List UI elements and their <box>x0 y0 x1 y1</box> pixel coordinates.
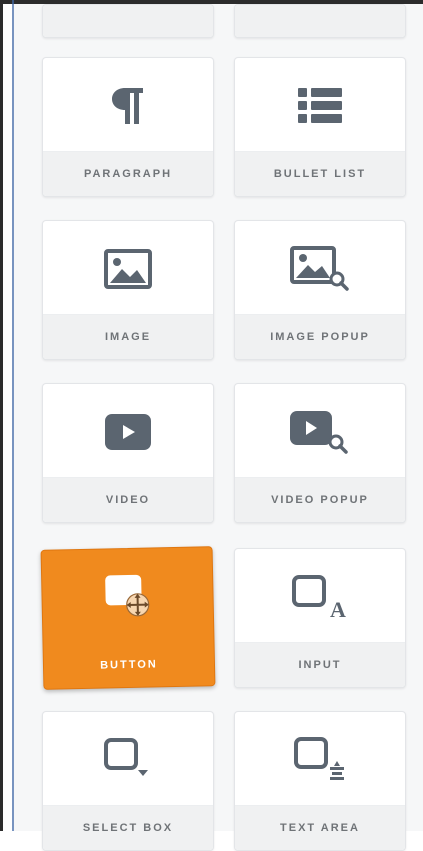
element-tile-partial-right[interactable] <box>234 4 406 38</box>
element-tile-text-area[interactable]: TEXT AREA <box>234 711 406 851</box>
element-label: INPUT <box>298 659 342 671</box>
input-icon: A <box>292 575 346 619</box>
element-tile-partial-left[interactable] <box>42 4 214 38</box>
element-tile-image-popup[interactable]: IMAGE POPUP <box>234 220 406 360</box>
button-icon <box>105 574 150 617</box>
element-tile-bullet-list[interactable]: BULLET LIST <box>234 57 406 197</box>
element-label: IMAGE <box>104 331 152 343</box>
image-popup-icon <box>290 246 349 291</box>
element-tile-input[interactable]: A INPUT <box>234 548 406 688</box>
element-label: BUTTON <box>100 658 158 672</box>
video-icon <box>105 414 151 450</box>
window-frame-left <box>0 0 3 831</box>
element-tile-video-popup[interactable]: VIDEO POPUP <box>234 383 406 523</box>
elements-panel: PARAGRAPH BULLET LIST IMAGE IMAGE POPUP … <box>14 4 423 851</box>
svg-text:A: A <box>330 597 346 619</box>
element-tile-button[interactable]: BUTTON <box>40 546 216 690</box>
element-tile-image[interactable]: IMAGE <box>42 220 214 360</box>
element-label: IMAGE POPUP <box>270 331 370 343</box>
element-label: BULLET LIST <box>273 168 367 180</box>
video-popup-icon <box>290 411 348 454</box>
bullet-list-icon <box>298 88 342 123</box>
element-tile-video[interactable]: VIDEO <box>42 383 214 523</box>
element-tile-paragraph[interactable]: PARAGRAPH <box>42 57 214 197</box>
element-label: TEXT AREA <box>280 822 360 834</box>
element-label: PARAGRAPH <box>83 168 173 180</box>
drag-cursor-icon <box>126 593 150 617</box>
element-label: VIDEO POPUP <box>271 494 369 506</box>
text-area-icon <box>294 737 344 780</box>
select-box-icon <box>104 738 148 776</box>
element-label: SELECT BOX <box>82 822 174 834</box>
paragraph-icon <box>112 88 143 124</box>
element-label: VIDEO <box>105 494 151 506</box>
image-icon <box>104 249 152 289</box>
element-tile-select-box[interactable]: SELECT BOX <box>42 711 214 851</box>
